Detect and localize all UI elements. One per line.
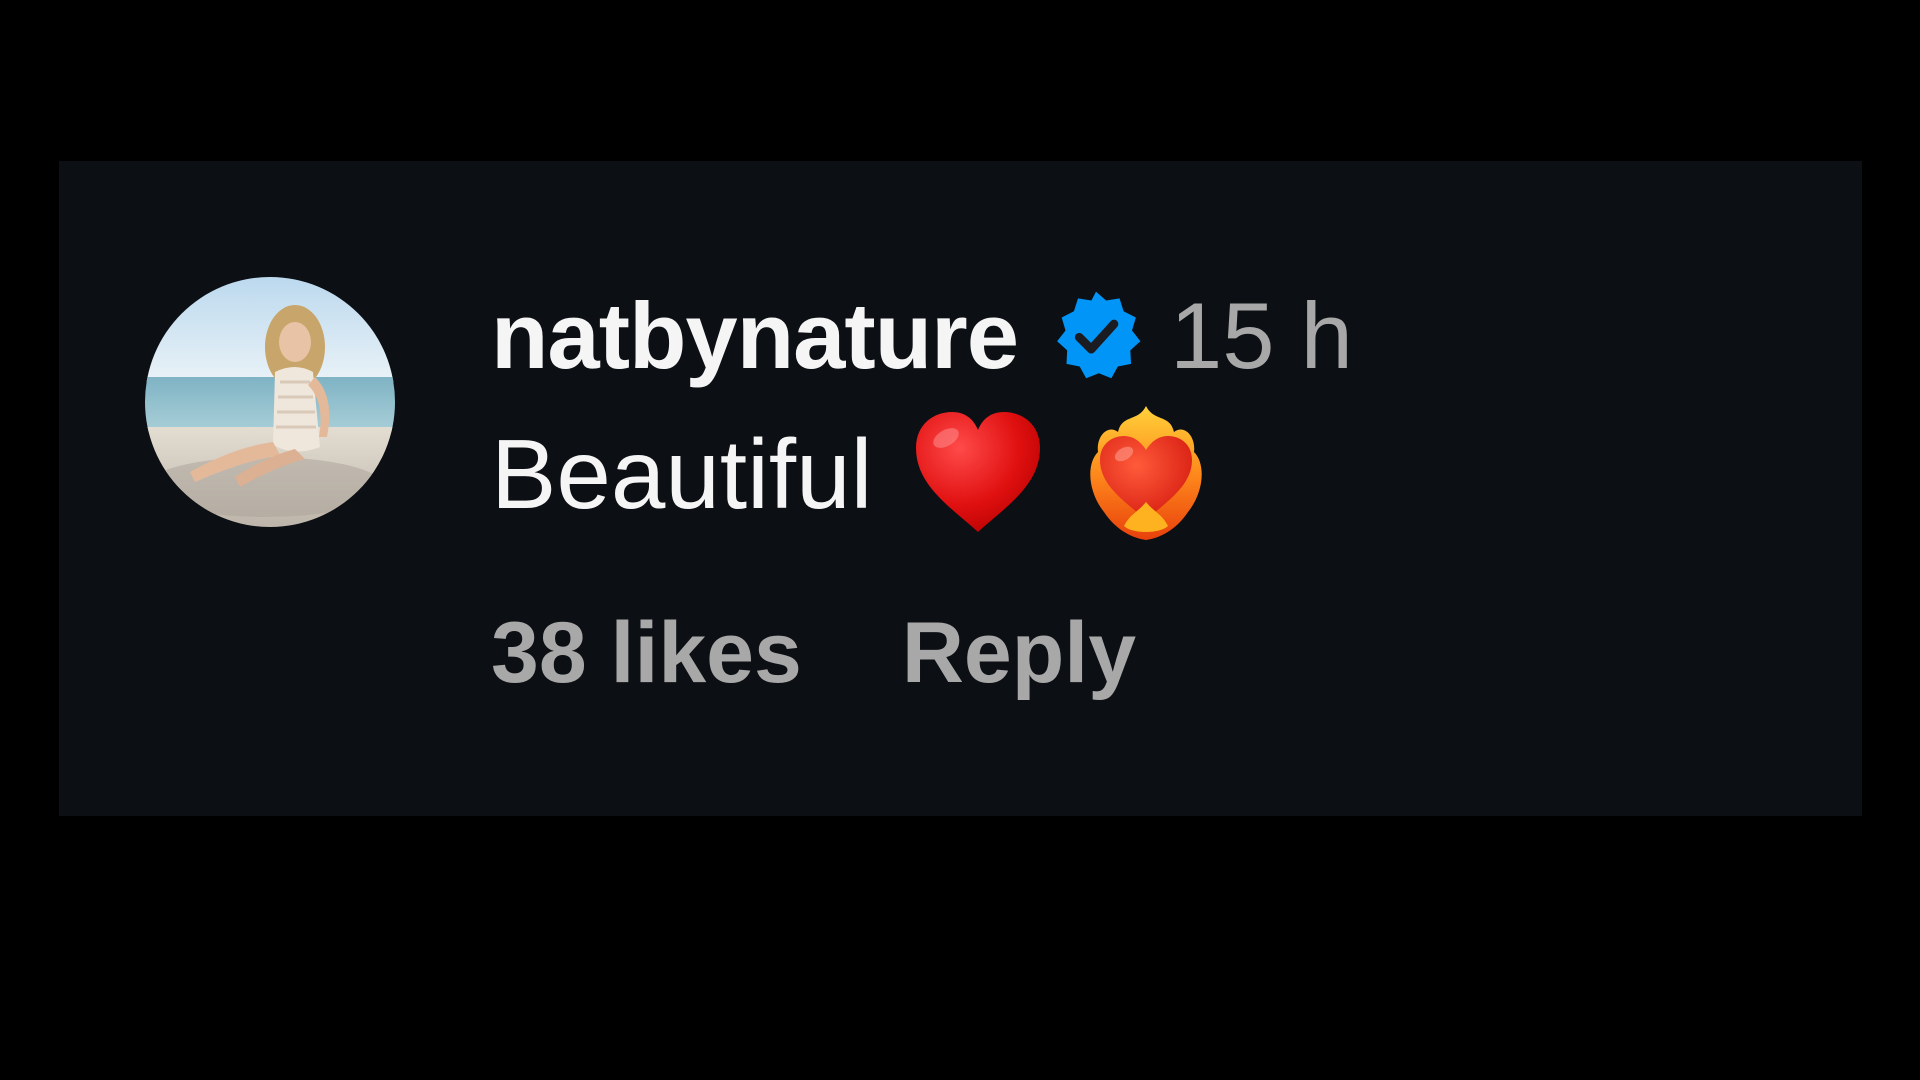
comment-card: natbynature 15 h Beautiful 38 likes Repl… (59, 161, 1862, 816)
comment-footer: 38 likes Reply (491, 603, 1791, 703)
reply-button[interactable]: Reply (902, 610, 1136, 696)
comment-text-row: Beautiful (491, 405, 1791, 541)
comment-text: Beautiful (491, 419, 873, 529)
avatar[interactable] (145, 277, 395, 527)
timestamp: 15 h (1169, 283, 1353, 388)
username-link[interactable]: natbynature (491, 289, 1019, 383)
comment-body: natbynature 15 h Beautiful 38 likes Repl… (491, 281, 1791, 703)
screen: natbynature 15 h Beautiful 38 likes Repl… (0, 0, 1920, 1080)
verified-badge-icon (1048, 288, 1144, 384)
comment-header: natbynature 15 h (491, 281, 1791, 391)
likes-count[interactable]: 38 likes (491, 610, 802, 696)
red-heart-icon (912, 408, 1044, 541)
avatar-photo-icon (145, 277, 395, 527)
heart-on-fire-icon (1084, 402, 1208, 547)
